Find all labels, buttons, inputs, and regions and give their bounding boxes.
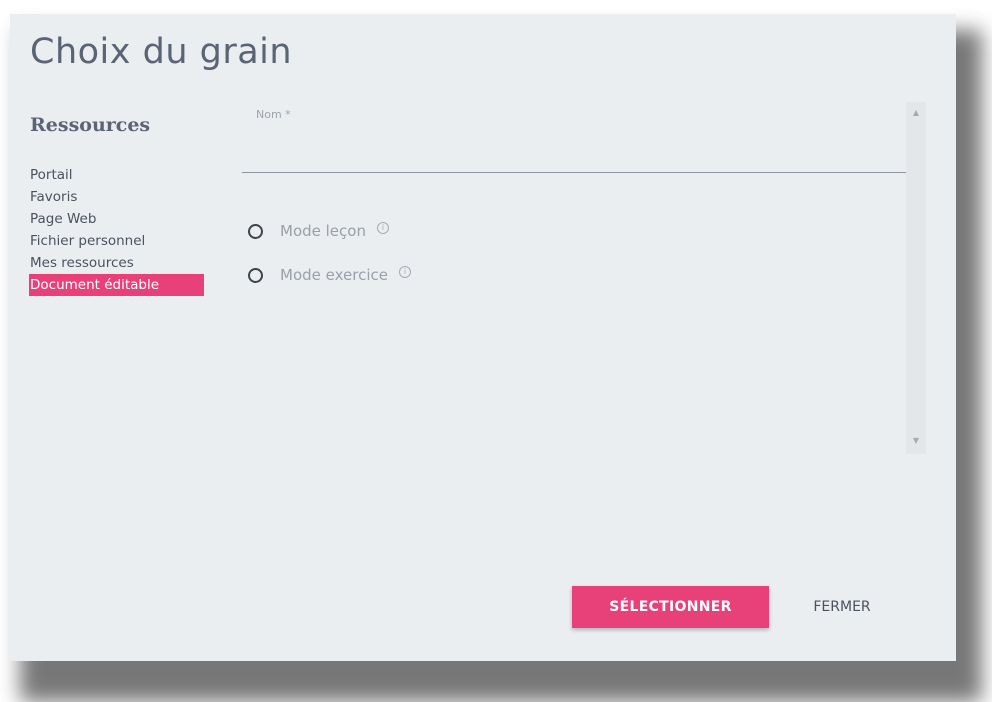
sidebar-heading: Ressources — [30, 114, 151, 136]
radio-label-mode-lecon: Mode leçon — [280, 222, 366, 240]
radio-label-mode-exercice: Mode exercice — [280, 266, 388, 284]
sidebar-item-page-web[interactable]: Page Web — [29, 208, 205, 230]
grain-form: Nom * Mode leçon i Mode exercice i — [242, 102, 908, 454]
form-scrollbar[interactable]: ▲ ▼ — [906, 102, 926, 454]
name-input[interactable] — [242, 132, 908, 173]
radio-mode-exercice[interactable]: Mode exercice i — [248, 266, 411, 284]
dialog-title: Choix du grain — [30, 32, 293, 72]
radio-button-circle[interactable] — [248, 223, 263, 239]
scroll-up-arrow-icon[interactable]: ▲ — [906, 108, 926, 117]
resources-sidebar: Ressources Portail Favoris Page Web Fich… — [29, 114, 205, 296]
sidebar-item-document-editable[interactable]: Document éditable — [29, 274, 204, 296]
sidebar-item-fichier-personnel[interactable]: Fichier personnel — [29, 230, 205, 252]
grain-choice-dialog: Choix du grain Ressources Portail Favori… — [10, 14, 956, 661]
radio-mode-lecon[interactable]: Mode leçon i — [248, 222, 389, 240]
radio-button-circle[interactable] — [248, 267, 263, 283]
sidebar-item-portail[interactable]: Portail — [29, 164, 205, 186]
sidebar-item-favoris[interactable]: Favoris — [29, 186, 205, 208]
scroll-down-arrow-icon[interactable]: ▼ — [906, 436, 926, 445]
select-button[interactable]: SÉLECTIONNER — [572, 586, 769, 628]
sidebar-list: Portail Favoris Page Web Fichier personn… — [29, 164, 205, 296]
info-circle-icon[interactable]: i — [398, 266, 411, 278]
info-circle-icon[interactable]: i — [376, 222, 389, 234]
sidebar-item-mes-ressources[interactable]: Mes ressources — [29, 252, 205, 274]
close-button[interactable]: FERMER — [790, 586, 894, 628]
name-field-label: Nom * — [256, 108, 291, 121]
